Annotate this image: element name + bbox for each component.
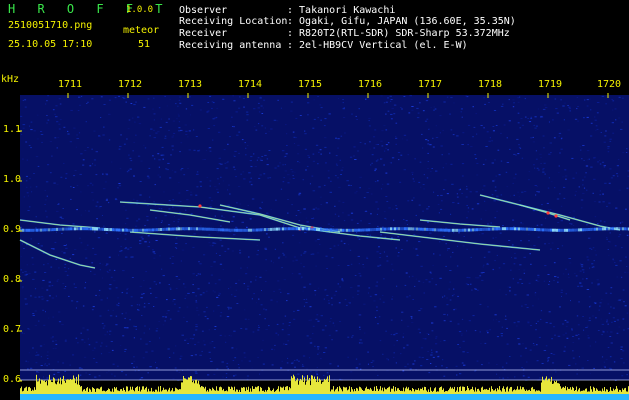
y-tick-label: 0.8 bbox=[3, 274, 22, 285]
x-tick-label: 1716 bbox=[358, 79, 383, 90]
x-tick-label: 1717 bbox=[418, 79, 443, 90]
capture-datetime: 25.10.05 17:10 bbox=[8, 39, 93, 50]
location-label: Receiving Location bbox=[179, 16, 288, 27]
y-tick-label: 1.1 bbox=[3, 124, 22, 135]
y-axis-unit: kHz bbox=[1, 74, 20, 85]
y-tick-label: 0.9 bbox=[3, 224, 22, 235]
x-tick-label: 1713 bbox=[178, 79, 203, 90]
app-version: 1.0.0 bbox=[126, 5, 154, 15]
receiver-value: : R820T2(RTL-SDR) SDR-Sharp 53.372MHz bbox=[287, 28, 510, 39]
spectrogram bbox=[18, 93, 629, 400]
y-tick-label: 0.7 bbox=[3, 324, 22, 335]
x-tick-label: 1712 bbox=[118, 79, 143, 90]
x-tick-label: 1719 bbox=[538, 79, 563, 90]
hroft-display: H R O F F T 1.0.0 2510051710.png meteor … bbox=[0, 0, 629, 400]
x-tick-label: 1714 bbox=[238, 79, 263, 90]
antenna-value: : 2el-HB9CV Vertical (el. E-W) bbox=[287, 40, 468, 51]
y-tick-label: 1.0 bbox=[3, 174, 22, 185]
antenna-label: Receiving antenna bbox=[179, 40, 282, 51]
x-tick-label: 1720 bbox=[597, 79, 622, 90]
location-value: : Ogaki, Gifu, JAPAN (136.60E, 35.35N) bbox=[287, 16, 516, 27]
spectrogram-noise bbox=[20, 95, 629, 381]
x-tick-label: 1715 bbox=[298, 79, 323, 90]
y-tick-label: 0.6 bbox=[3, 374, 22, 385]
file-name: 2510051710.png bbox=[8, 20, 93, 31]
receiver-label: Receiver bbox=[179, 28, 228, 39]
observer-label: Observer bbox=[179, 5, 228, 16]
x-tick-label: 1718 bbox=[478, 79, 503, 90]
meteor-label: meteor bbox=[123, 25, 160, 36]
observer-value: : Takanori Kawachi bbox=[287, 5, 396, 16]
meteor-count: 51 bbox=[138, 39, 151, 50]
x-tick-label: 1711 bbox=[58, 79, 83, 90]
